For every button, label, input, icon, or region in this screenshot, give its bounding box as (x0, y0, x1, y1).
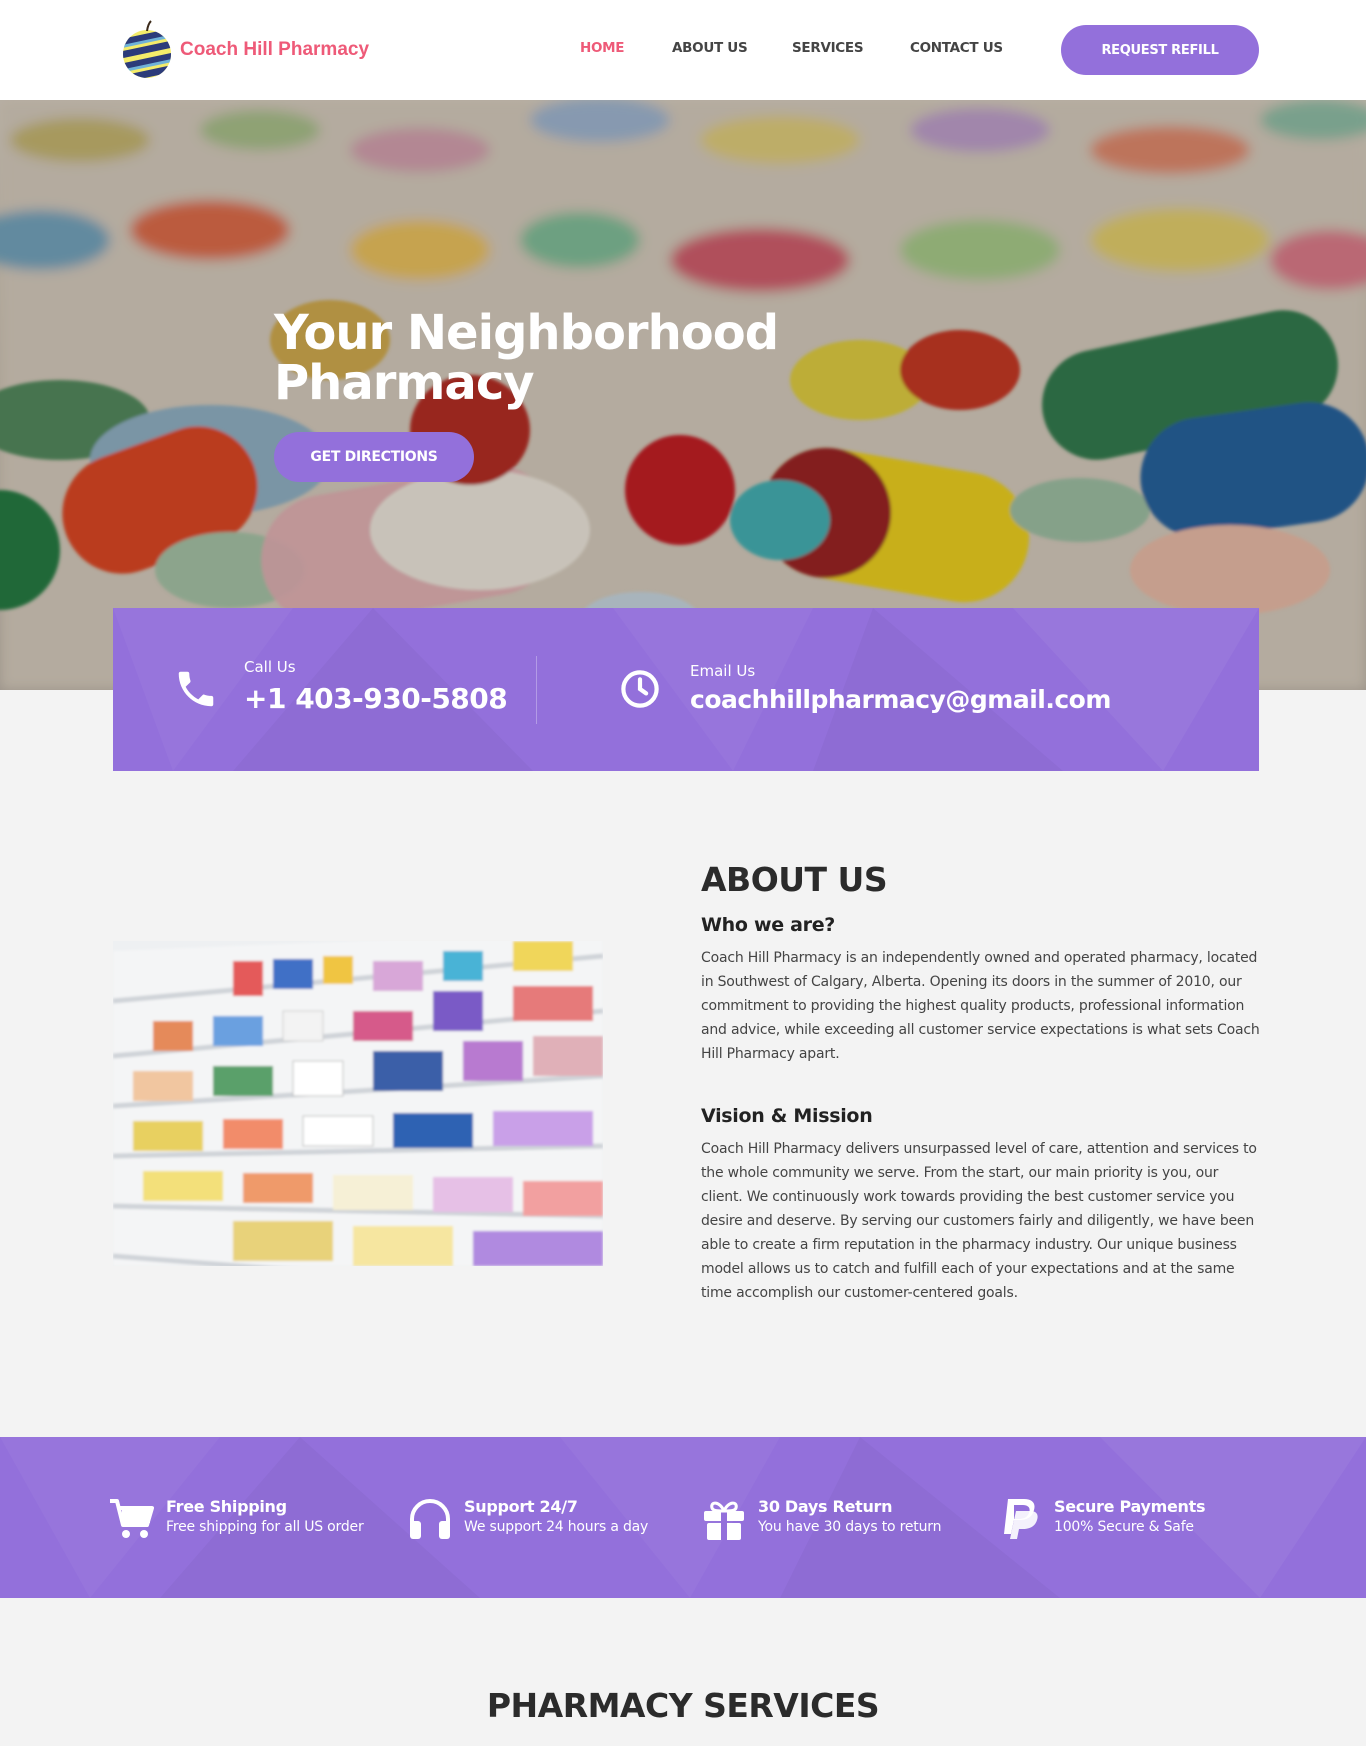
gift-icon (704, 1501, 744, 1540)
who-we-are-heading: Who we are? (701, 914, 836, 936)
headphones-icon (410, 1499, 450, 1539)
pharmacy-shelves-image (113, 941, 603, 1266)
apple-logo-icon (123, 20, 171, 78)
feature-free-shipping: Free Shipping Free shipping for all US o… (108, 1497, 364, 1541)
feature-title: Free Shipping (166, 1497, 287, 1516)
hero-banner: Your Neighborhood Pharmacy GET DIRECTION… (0, 100, 1366, 690)
email-us-label: Email Us (690, 662, 756, 680)
vision-mission-heading: Vision & Mission (701, 1105, 873, 1127)
cart-icon (110, 1499, 154, 1538)
contact-divider (536, 656, 537, 724)
brand-name: Coach Hill Pharmacy (180, 39, 370, 60)
nav-item-services[interactable]: SERVICES (792, 40, 864, 56)
contact-band: Call Us +1 403-930-5808 Email Us coachhi… (113, 608, 1259, 771)
get-directions-button[interactable]: GET DIRECTIONS (274, 432, 474, 482)
feature-secure-payments: Secure Payments 100% Secure & Safe (996, 1497, 1205, 1541)
email-address[interactable]: coachhillpharmacy@gmail.com (690, 685, 1111, 714)
hero-title: Your Neighborhood Pharmacy (274, 305, 779, 411)
feature-subtitle: You have 30 days to return (758, 1519, 942, 1535)
feature-subtitle: 100% Secure & Safe (1054, 1519, 1194, 1535)
nav-item-home[interactable]: HOME (580, 40, 625, 56)
feature-support: Support 24/7 We support 24 hours a day (406, 1497, 648, 1541)
feature-subtitle: We support 24 hours a day (464, 1519, 649, 1535)
vision-mission-text: Coach Hill Pharmacy delivers unsurpassed… (701, 1141, 1257, 1301)
paypal-icon (1004, 1499, 1038, 1539)
feature-title: Secure Payments (1054, 1497, 1206, 1516)
about-us-title: ABOUT US (701, 860, 888, 899)
who-we-are-text: Coach Hill Pharmacy is an independently … (701, 950, 1260, 1062)
feature-title: Support 24/7 (464, 1497, 578, 1516)
nav-item-contact-us[interactable]: CONTACT US (910, 40, 1003, 56)
clock-icon (621, 670, 659, 708)
site-header: Coach Hill Pharmacy HOME ABOUT US SERVIC… (0, 0, 1366, 100)
feature-title: 30 Days Return (758, 1497, 893, 1516)
phone-icon (178, 671, 214, 707)
request-refill-button[interactable]: REQUEST REFILL (1061, 25, 1259, 75)
logo[interactable]: Coach Hill Pharmacy (120, 20, 369, 80)
feature-returns: 30 Days Return You have 30 days to retur… (700, 1497, 941, 1541)
call-us-label: Call Us (244, 658, 296, 676)
nav-item-about-us[interactable]: ABOUT US (672, 40, 748, 56)
pharmacy-services-title: PHARMACY SERVICES (486, 1686, 880, 1725)
phone-number[interactable]: +1 403-930-5808 (244, 682, 508, 715)
features-band: Free Shipping Free shipping for all US o… (0, 1437, 1366, 1598)
feature-subtitle: Free shipping for all US order (166, 1519, 364, 1535)
